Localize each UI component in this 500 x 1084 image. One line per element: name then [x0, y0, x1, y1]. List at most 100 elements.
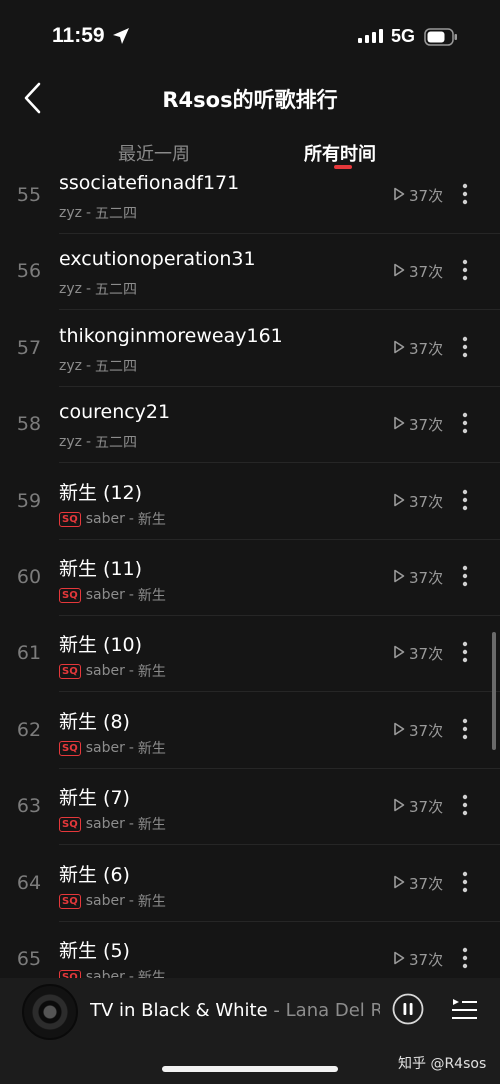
now-playing-separator: - — [273, 1000, 280, 1021]
play-count-icon — [394, 722, 405, 736]
play-count: 37次 — [409, 187, 444, 205]
song-subtitle: SQ saber - 新生 — [59, 509, 166, 529]
play-count-icon — [394, 798, 405, 812]
song-separator: - — [85, 281, 92, 297]
song-title: thikonginmoreweay161 — [59, 325, 283, 347]
tab-all-time[interactable]: 所有时间 — [304, 140, 376, 166]
sq-quality-badge: SQ — [59, 740, 81, 756]
song-row[interactable]: 62 新生 (8) SQ saber - 新生 37次 — [0, 693, 500, 769]
song-rank: 57 — [16, 337, 42, 359]
song-row[interactable]: 56 excutionoperation31 zyz - 五二四 37次 — [0, 234, 500, 310]
song-title: 新生 (5) — [59, 940, 130, 962]
song-title: 新生 (7) — [59, 787, 130, 809]
song-album: 新生 — [137, 894, 166, 910]
song-row[interactable]: 60 新生 (11) SQ saber - 新生 37次 — [0, 540, 500, 616]
sq-quality-badge: SQ — [59, 893, 81, 909]
song-row[interactable]: 57 thikonginmoreweay161 zyz - 五二四 37次 — [0, 311, 500, 387]
song-title: 新生 (11) — [59, 558, 143, 580]
song-row[interactable]: 65 新生 (5) SQ saber - 新生 37次 — [0, 922, 500, 978]
song-subtitle: zyz - 五二四 — [59, 279, 137, 299]
play-count-icon — [394, 416, 405, 430]
song-artist: zyz — [59, 281, 82, 297]
more-options-icon[interactable] — [461, 411, 469, 435]
playlist-icon[interactable] — [450, 997, 478, 1023]
more-options-icon[interactable] — [461, 258, 469, 282]
sq-quality-badge: SQ — [59, 663, 81, 679]
more-options-icon[interactable] — [461, 717, 469, 741]
song-separator: - — [128, 511, 134, 527]
song-subtitle: SQ saber - 新生 — [59, 738, 166, 758]
more-options-icon[interactable] — [461, 564, 469, 588]
song-row[interactable]: 61 新生 (10) SQ saber - 新生 37次 — [0, 616, 500, 692]
song-title: excutionoperation31 — [59, 248, 256, 270]
song-artist: zyz — [59, 358, 82, 374]
album-art[interactable] — [22, 984, 78, 1040]
play-count-icon — [394, 340, 405, 354]
song-subtitle: SQ saber - 新生 — [59, 661, 166, 681]
more-options-icon[interactable] — [461, 488, 469, 512]
play-count-icon — [394, 951, 405, 965]
song-row[interactable]: 64 新生 (6) SQ saber - 新生 37次 — [0, 846, 500, 922]
play-count: 37次 — [409, 951, 444, 969]
play-count: 37次 — [409, 569, 444, 587]
song-album: 五二四 — [95, 435, 138, 451]
song-rank: 64 — [16, 872, 42, 894]
scrollbar[interactable] — [492, 632, 496, 750]
song-title: 新生 (8) — [59, 711, 130, 733]
page-title: R4sos的听歌排行 — [162, 88, 338, 112]
song-rank: 63 — [16, 795, 42, 817]
song-row[interactable]: 58 courency21 zyz - 五二四 37次 — [0, 387, 500, 463]
sq-quality-badge: SQ — [59, 969, 81, 978]
song-rank: 55 — [16, 184, 42, 206]
signal-icon — [358, 29, 383, 43]
song-row[interactable]: 55 ssociatefionadf171 zyz - 五二四 37次 — [0, 166, 500, 234]
song-row[interactable]: 59 新生 (12) SQ saber - 新生 37次 — [0, 464, 500, 540]
song-subtitle: SQ saber - 新生 — [59, 814, 166, 834]
song-list[interactable]: 55 ssociatefionadf171 zyz - 五二四 37次 56 excutio… — [0, 166, 500, 978]
song-album: 五二四 — [95, 282, 138, 298]
song-artist: saber — [85, 587, 125, 603]
sq-quality-badge: SQ — [59, 511, 81, 527]
song-separator: - — [85, 358, 92, 374]
song-rank: 62 — [16, 719, 42, 741]
song-title: courency21 — [59, 401, 171, 423]
play-count: 37次 — [409, 416, 444, 434]
song-row[interactable]: 63 新生 (7) SQ saber - 新生 37次 — [0, 769, 500, 845]
song-rank: 60 — [16, 566, 42, 588]
sq-quality-badge: SQ — [59, 816, 81, 832]
song-album: 新生 — [137, 970, 166, 978]
song-separator: - — [128, 816, 134, 832]
more-options-icon[interactable] — [461, 870, 469, 894]
song-album: 新生 — [137, 512, 166, 528]
status-bar: 11:59 5G — [0, 0, 500, 70]
song-artist: saber — [85, 663, 125, 679]
song-title: 新生 (6) — [59, 864, 130, 886]
mini-player[interactable]: TV in Black & White - Lana Del Rey 知乎 @R… — [0, 978, 500, 1084]
more-options-icon[interactable] — [461, 640, 469, 664]
more-options-icon[interactable] — [461, 793, 469, 817]
more-options-icon[interactable] — [461, 946, 469, 970]
song-album: 五二四 — [95, 206, 138, 222]
song-separator: - — [85, 434, 92, 450]
song-separator: - — [85, 205, 92, 221]
sq-quality-badge: SQ — [59, 587, 81, 603]
song-separator: - — [128, 893, 134, 909]
song-subtitle: zyz - 五二四 — [59, 432, 137, 452]
play-count: 37次 — [409, 798, 444, 816]
row-divider — [59, 309, 500, 310]
pause-icon[interactable] — [392, 993, 424, 1025]
play-count-icon — [394, 569, 405, 583]
more-options-icon[interactable] — [461, 182, 469, 206]
play-count: 37次 — [409, 875, 444, 893]
song-separator: - — [128, 663, 134, 679]
song-subtitle: SQ saber - 新生 — [59, 585, 166, 605]
more-options-icon[interactable] — [461, 335, 469, 359]
song-album: 新生 — [137, 817, 166, 833]
song-artist: zyz — [59, 205, 82, 221]
song-rank: 61 — [16, 642, 42, 664]
song-separator: - — [128, 740, 134, 756]
tab-recent-week[interactable]: 最近一周 — [118, 140, 190, 166]
now-playing-text[interactable]: TV in Black & White - Lana Del Rey — [90, 1000, 380, 1021]
play-count-icon — [394, 645, 405, 659]
location-arrow-icon — [113, 28, 129, 44]
